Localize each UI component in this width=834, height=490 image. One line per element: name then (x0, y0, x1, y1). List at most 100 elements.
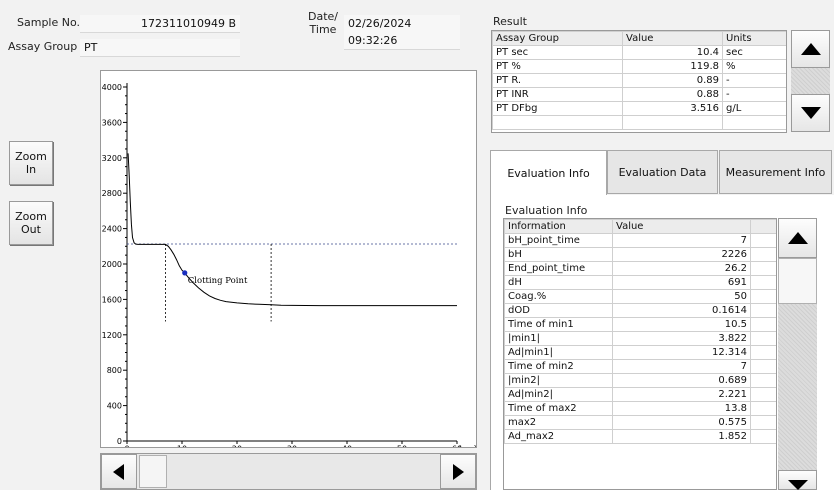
evaluation-cell-value: 26.2 (612, 261, 751, 276)
zoom-out-line1: Zoom (15, 210, 47, 223)
result-row[interactable]: PT INR 0.88- (492, 87, 786, 102)
scroll-right-button[interactable] (440, 454, 476, 489)
triangle-right-icon (453, 463, 464, 480)
evaluation-cell-value: 10.5 (612, 317, 751, 332)
result-table-container: Assay Group Value Units PT sec 10.4 sec PT … (491, 30, 787, 133)
evaluation-row[interactable]: |min1| 3.822 (504, 331, 776, 346)
evaluation-scroll-thumb[interactable] (778, 258, 817, 304)
result-cell-assay: PT DFbg (492, 101, 623, 116)
evaluation-cell-value: 7 (612, 233, 751, 248)
y-tick-label: 3600 (102, 118, 122, 127)
result-empty-cell (722, 115, 786, 130)
evaluation-cell-information: |min2| (504, 373, 613, 388)
evaluation-row[interactable]: Ad_max2 1.852 (504, 429, 776, 444)
result-title: Result (493, 15, 527, 28)
result-scroll-track[interactable] (791, 68, 830, 94)
evaluation-row[interactable]: Time of max2 13.8 (504, 401, 776, 416)
evaluation-cell-value: 13.8 (612, 401, 751, 416)
evaluation-row[interactable]: Ad|min1| 12.314 (504, 345, 776, 360)
evaluation-row[interactable]: dOD 0.1614 (504, 303, 776, 318)
evaluation-cell-information: Ad|min2| (504, 387, 613, 402)
triangle-down-icon (787, 480, 808, 490)
reaction-curve-line (127, 153, 457, 307)
evaluation-table: Information Value bH_point_time 7 bH 2226 En… (504, 219, 776, 444)
horizontal-scroll-thumb[interactable] (139, 455, 167, 488)
evaluation-row[interactable]: Ad|min2| 2.221 (504, 387, 776, 402)
evaluation-cell-information: dH (504, 275, 613, 290)
evaluation-cell-information: End_point_time (504, 261, 613, 276)
result-col-units: Units (722, 31, 786, 46)
evaluation-col-value: Value (612, 219, 751, 234)
tab-measurement-info[interactable]: Measurement Info (719, 150, 832, 194)
result-row[interactable]: PT sec 10.4 sec (492, 45, 786, 60)
evaluation-col-information: Information (504, 219, 613, 234)
result-cell-units: g/L (722, 101, 786, 116)
evaluation-cell-blank (750, 345, 776, 360)
result-cell-units: sec (722, 45, 786, 60)
evaluation-cell-blank (750, 289, 776, 304)
evaluation-row[interactable]: dH 691 (504, 275, 776, 290)
evaluation-cell-information: Time of min2 (504, 359, 613, 374)
evaluation-table-container: Information Value bH_point_time 7 bH 2226 En… (503, 218, 777, 490)
triangle-up-icon (800, 43, 821, 55)
scroll-left-button[interactable] (101, 454, 137, 489)
evaluation-cell-blank (750, 261, 776, 276)
y-tick-label: 2000 (102, 260, 122, 269)
tab-evaluation-info[interactable]: Evaluation Info (490, 150, 607, 196)
result-col-value: Value (622, 31, 723, 46)
triangle-down-icon (800, 107, 821, 119)
evaluation-cell-blank (750, 359, 776, 374)
evaluation-row[interactable]: Coag.% 50 (504, 289, 776, 304)
result-cell-value: 0.88 (622, 87, 723, 102)
sample-no-field: 172311010949 B (80, 15, 240, 33)
evaluation-row[interactable]: End_point_time 26.2 (504, 261, 776, 276)
result-row[interactable]: PT R. 0.89- (492, 73, 786, 88)
result-cell-value: 119.8 (622, 59, 723, 74)
evaluation-row[interactable]: bH_point_time 7 (504, 233, 776, 248)
x-tick-label: 0 (124, 445, 129, 447)
evaluation-cell-value: 0.1614 (612, 303, 751, 318)
evaluation-cell-blank (750, 275, 776, 290)
evaluation-cell-value: 7 (612, 359, 751, 374)
y-tick-label: 4000 (102, 83, 122, 92)
tab-evaluation-data[interactable]: Evaluation Data (607, 150, 718, 194)
evaluation-row[interactable]: |min2| 0.689 (504, 373, 776, 388)
x-tick-label: 40 (342, 445, 352, 447)
y-tick-label: 1200 (102, 331, 122, 340)
evaluation-col-blank (750, 219, 776, 234)
result-row[interactable]: PT DFbg 3.516 g/L (492, 101, 786, 116)
evaluation-cell-information: Coag.% (504, 289, 613, 304)
y-tick-label: 3200 (102, 154, 122, 163)
y-tick-label: 1600 (102, 295, 122, 304)
evaluation-scroll-down-button[interactable] (778, 470, 817, 490)
evaluation-row[interactable]: bH 2226 (504, 247, 776, 262)
result-cell-value: 10.4 (622, 45, 723, 60)
datetime-label-line2: Time (309, 23, 337, 36)
evaluation-cell-value: 0.575 (612, 415, 751, 430)
evaluation-cell-value: 0.689 (612, 373, 751, 388)
evaluation-row[interactable]: Time of min1 10.5 (504, 317, 776, 332)
result-row[interactable]: PT % 119.8% (492, 59, 786, 74)
evaluation-row[interactable]: Time of min2 7 (504, 359, 776, 374)
assay-group-label: Assay Group (8, 40, 78, 53)
zoom-out-button[interactable]: Zoom Out (9, 201, 53, 245)
result-scroll-up-button[interactable] (791, 30, 830, 68)
result-scroll-down-button[interactable] (791, 94, 830, 132)
datetime-label-line1: Date/ (308, 10, 338, 23)
result-cell-assay: PT sec (492, 45, 623, 60)
result-header-row: Assay Group Value Units (492, 31, 786, 46)
evaluation-row[interactable]: max2 0.575 (504, 415, 776, 430)
evaluation-scroll-track[interactable] (778, 304, 817, 470)
zoom-out-line2: Out (21, 223, 41, 236)
evaluation-cell-information: |min1| (504, 331, 613, 346)
evaluation-scroll-up-button[interactable] (778, 218, 817, 258)
result-cell-value: 0.89 (622, 73, 723, 88)
evaluation-cell-information: dOD (504, 303, 613, 318)
result-cell-units: % (722, 59, 786, 74)
zoom-in-button[interactable]: Zoom In (9, 141, 53, 185)
reaction-curve-chart: 0 400 800 1200 1600 2000 2400 2800 3200 3600 4000 0… (100, 70, 477, 448)
result-cell-assay: PT R. (492, 73, 623, 88)
x-tick-label: 50 (397, 445, 407, 447)
y-tick-label: 800 (107, 366, 122, 375)
chart-horizontal-scrollbar[interactable] (100, 453, 477, 490)
